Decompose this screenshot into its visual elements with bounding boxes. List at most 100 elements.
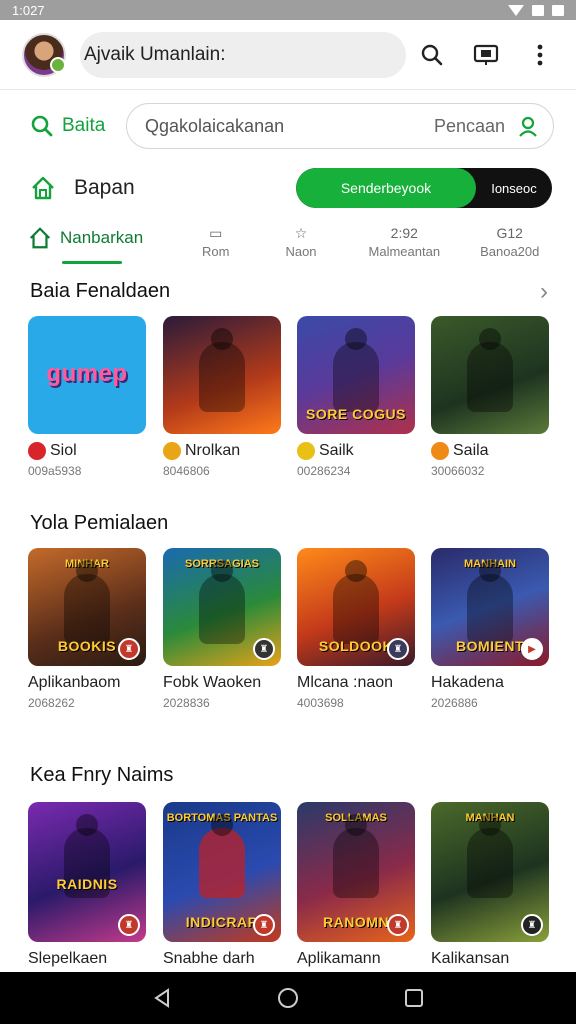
tab-rom[interactable]: ▭ Rom xyxy=(202,218,230,260)
section-title: Baia Fenaldaen xyxy=(30,280,171,302)
rating-badge-icon: ♜ xyxy=(387,638,409,660)
tab-charts[interactable]: 2:92 Malmeantan xyxy=(369,218,441,259)
home-title: Bapan xyxy=(74,176,135,199)
tab-label: Banoa20d xyxy=(480,244,540,259)
tab-label: Nanbarkan xyxy=(60,228,144,247)
app-card[interactable]: SOLLAMAS RANOMN ♜ Aplikamann xyxy=(297,802,415,968)
account-name: Ajvaik Umanlain: xyxy=(84,43,226,65)
top-app-bar: Ajvaik Umanlain: xyxy=(0,20,576,90)
search-trailing-label: Pencaan xyxy=(433,115,505,136)
tab-naon[interactable]: ☆ Naon xyxy=(285,218,317,260)
app-thumbnail: SOLDOOK ♜ xyxy=(297,548,415,666)
app-thumbnail: MANHAN ♜ xyxy=(431,802,549,942)
status-icons xyxy=(508,4,564,16)
app-name: Fobk Waoken xyxy=(163,674,262,691)
app-name: Siol xyxy=(50,442,77,459)
tab-label: Rom xyxy=(202,244,230,259)
recents-icon[interactable] xyxy=(403,987,425,1009)
app-thumbnail: SORE COGUS xyxy=(297,316,415,434)
star-icon: ☆ xyxy=(294,224,308,241)
tab-home[interactable]: Nanbarkan xyxy=(28,218,168,264)
app-thumbnail: RAIDNIS ♜ xyxy=(28,802,146,942)
app-icon xyxy=(163,442,181,460)
brand[interactable]: Baita xyxy=(30,114,126,138)
app-card[interactable]: RAIDNIS ♜ Slepelkaen xyxy=(28,802,146,968)
search-box[interactable]: Pencaan xyxy=(126,103,554,149)
signal-icon xyxy=(532,4,544,16)
app-thumbnail: MINHAR BOOKIS ♜ xyxy=(28,548,146,666)
app-card[interactable]: gumep Siol 009a5938 xyxy=(28,316,146,478)
search-input[interactable] xyxy=(145,115,415,137)
app-name: Aplikanbaom xyxy=(28,674,121,691)
app-card[interactable]: Saila 30066032 xyxy=(431,316,549,478)
category-tabs: Nanbarkan ▭ Rom ☆ Naon 2:92 Malmeantan G… xyxy=(0,218,576,264)
app-meta: 009a5938 xyxy=(28,464,82,478)
app-card[interactable]: SORRSAGIAS ♜ Fobk Waoken 2028836 xyxy=(163,548,281,710)
home-row: Bapan Senderbeyook Ionseoc xyxy=(0,166,576,210)
app-thumbnail xyxy=(163,316,281,434)
app-meta: 2068262 xyxy=(28,696,75,710)
tab-value: 2:92 xyxy=(390,225,418,241)
app-name: Aplikamann xyxy=(297,950,381,967)
more-vert-icon xyxy=(537,44,543,65)
app-card[interactable]: BORTOMAS PANTAS INDICRAR ♜ Snabhe darh xyxy=(163,802,281,968)
app-thumbnail: SORRSAGIAS ♜ xyxy=(163,548,281,666)
app-name: Sailk xyxy=(319,442,354,459)
app-name: Mlcana :naon xyxy=(297,674,394,691)
app-icon xyxy=(28,442,46,460)
battery-icon xyxy=(552,4,564,16)
search-button[interactable] xyxy=(418,41,446,69)
rating-badge-icon: ♜ xyxy=(521,914,543,936)
app-card[interactable]: MINHAR BOOKIS ♜ Aplikanbaom 2068262 xyxy=(28,548,146,710)
app-name: Saila xyxy=(453,442,489,459)
app-icon xyxy=(431,442,449,460)
app-card[interactable]: Nrolkan 8046806 xyxy=(163,316,281,478)
app-thumbnail xyxy=(431,316,549,434)
search-icon xyxy=(31,115,53,137)
rating-badge-icon: ♜ xyxy=(387,914,409,936)
app-name: Snabhe darh xyxy=(163,950,255,967)
app-meta: 2028836 xyxy=(163,696,210,710)
wifi-icon xyxy=(508,4,524,16)
system-nav-bar xyxy=(0,972,576,1024)
section-title: Yola Pemialaen xyxy=(30,512,169,534)
chevron-right-icon[interactable]: › xyxy=(540,278,548,306)
top-actions xyxy=(418,41,554,69)
back-icon[interactable] xyxy=(151,987,173,1009)
app-icon xyxy=(297,442,315,460)
tab-label: Malmeantan xyxy=(368,244,441,259)
profile-icon[interactable] xyxy=(517,115,539,137)
toggle-option-inactive[interactable]: Ionseoc xyxy=(476,168,552,208)
app-name: Nrolkan xyxy=(185,442,241,459)
toggle-option-active[interactable]: Senderbeyook xyxy=(296,168,476,208)
thumb-caption: gumep xyxy=(46,360,128,387)
search-row: Baita Pencaan xyxy=(0,100,576,152)
rating-badge-icon: ♜ xyxy=(253,914,275,936)
app-name: Kalikansan xyxy=(431,950,510,967)
tab-new[interactable]: G12 Banoa20d xyxy=(480,218,539,259)
app-meta: 30066032 xyxy=(431,464,485,478)
app-meta: 00286234 xyxy=(297,464,351,478)
account-pill[interactable]: Ajvaik Umanlain: xyxy=(80,31,406,78)
app-thumbnail: MANHAIN BOMIENT ▶ xyxy=(431,548,549,666)
tab-label: Naon xyxy=(285,244,317,259)
section-title: Kea Fnry Naims xyxy=(30,764,174,786)
thumb-caption: RAIDNIS xyxy=(56,876,118,892)
app-card[interactable]: MANHAIN BOMIENT ▶ Hakadena 2026886 xyxy=(431,548,549,710)
app-thumbnail: BORTOMAS PANTAS INDICRAR ♜ xyxy=(163,802,281,942)
brand-label: Baita xyxy=(62,115,106,136)
app-card[interactable]: MANHAN ♜ Kalikansan xyxy=(431,802,549,968)
app-name: Hakadena xyxy=(431,674,504,691)
avatar[interactable] xyxy=(22,32,66,77)
media-button[interactable] xyxy=(472,41,500,69)
rating-badge-icon: ♜ xyxy=(118,638,140,660)
home-icon xyxy=(32,176,54,200)
app-card[interactable]: SORE COGUS Sailk 00286234 xyxy=(297,316,415,478)
app-card[interactable]: SOLDOOK ♜ Mlcana :naon 4003698 xyxy=(297,548,415,710)
home-circle-icon[interactable] xyxy=(276,986,300,1010)
home-icon xyxy=(29,227,51,249)
more-menu-button[interactable] xyxy=(526,41,554,69)
search-icon xyxy=(421,44,443,65)
mode-toggle[interactable]: Senderbeyook Ionseoc xyxy=(296,168,552,208)
thumb-caption: SORE COGUS xyxy=(306,406,406,422)
